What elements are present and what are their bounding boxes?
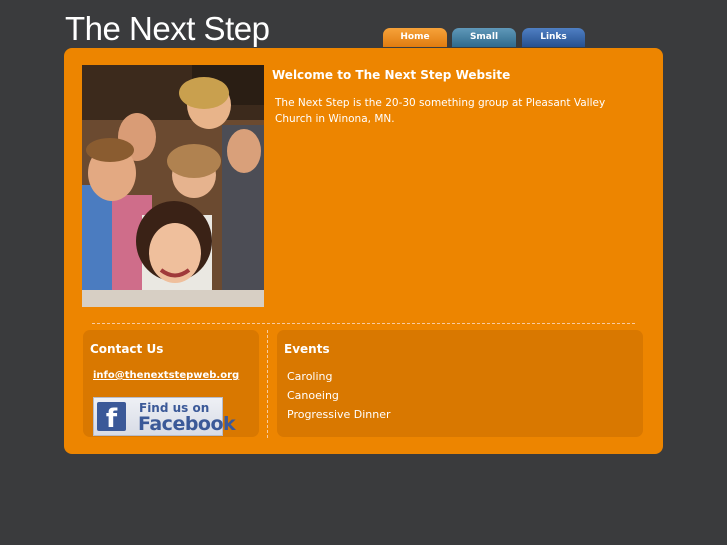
facebook-badge-button[interactable]: f Find us on Facebook bbox=[93, 397, 236, 436]
contact-email-link[interactable]: info@thenextstepweb.org bbox=[93, 370, 239, 381]
event-item: Canoeing bbox=[287, 389, 339, 402]
events-section: Events Caroling Canoeing Progressive Din… bbox=[277, 330, 643, 437]
nav-small-groups-button[interactable]: Small Groups bbox=[452, 28, 516, 61]
event-item: Progressive Dinner bbox=[287, 408, 391, 421]
facebook-badge-line2: Facebook bbox=[138, 413, 236, 435]
site-title: The Next Step bbox=[65, 10, 270, 47]
nav-home-button[interactable]: Home bbox=[383, 28, 447, 47]
nav-links-button[interactable]: Links bbox=[522, 28, 585, 47]
column-divider bbox=[267, 330, 268, 438]
events-list: Caroling Canoeing Progressive Dinner bbox=[287, 367, 391, 424]
facebook-icon: f bbox=[97, 402, 126, 434]
group-photo bbox=[82, 65, 264, 307]
contact-heading: Contact Us bbox=[90, 342, 164, 356]
welcome-heading: Welcome to The Next Step Website bbox=[272, 68, 511, 82]
event-item: Caroling bbox=[287, 370, 333, 383]
content-panel: Welcome to The Next Step Website The Nex… bbox=[64, 48, 663, 454]
welcome-description: The Next Step is the 20-30 something gro… bbox=[275, 97, 606, 125]
events-heading: Events bbox=[284, 342, 330, 356]
section-divider bbox=[92, 323, 635, 324]
contact-section: Contact Us info@thenextstepweb.org f Fin… bbox=[83, 330, 259, 437]
